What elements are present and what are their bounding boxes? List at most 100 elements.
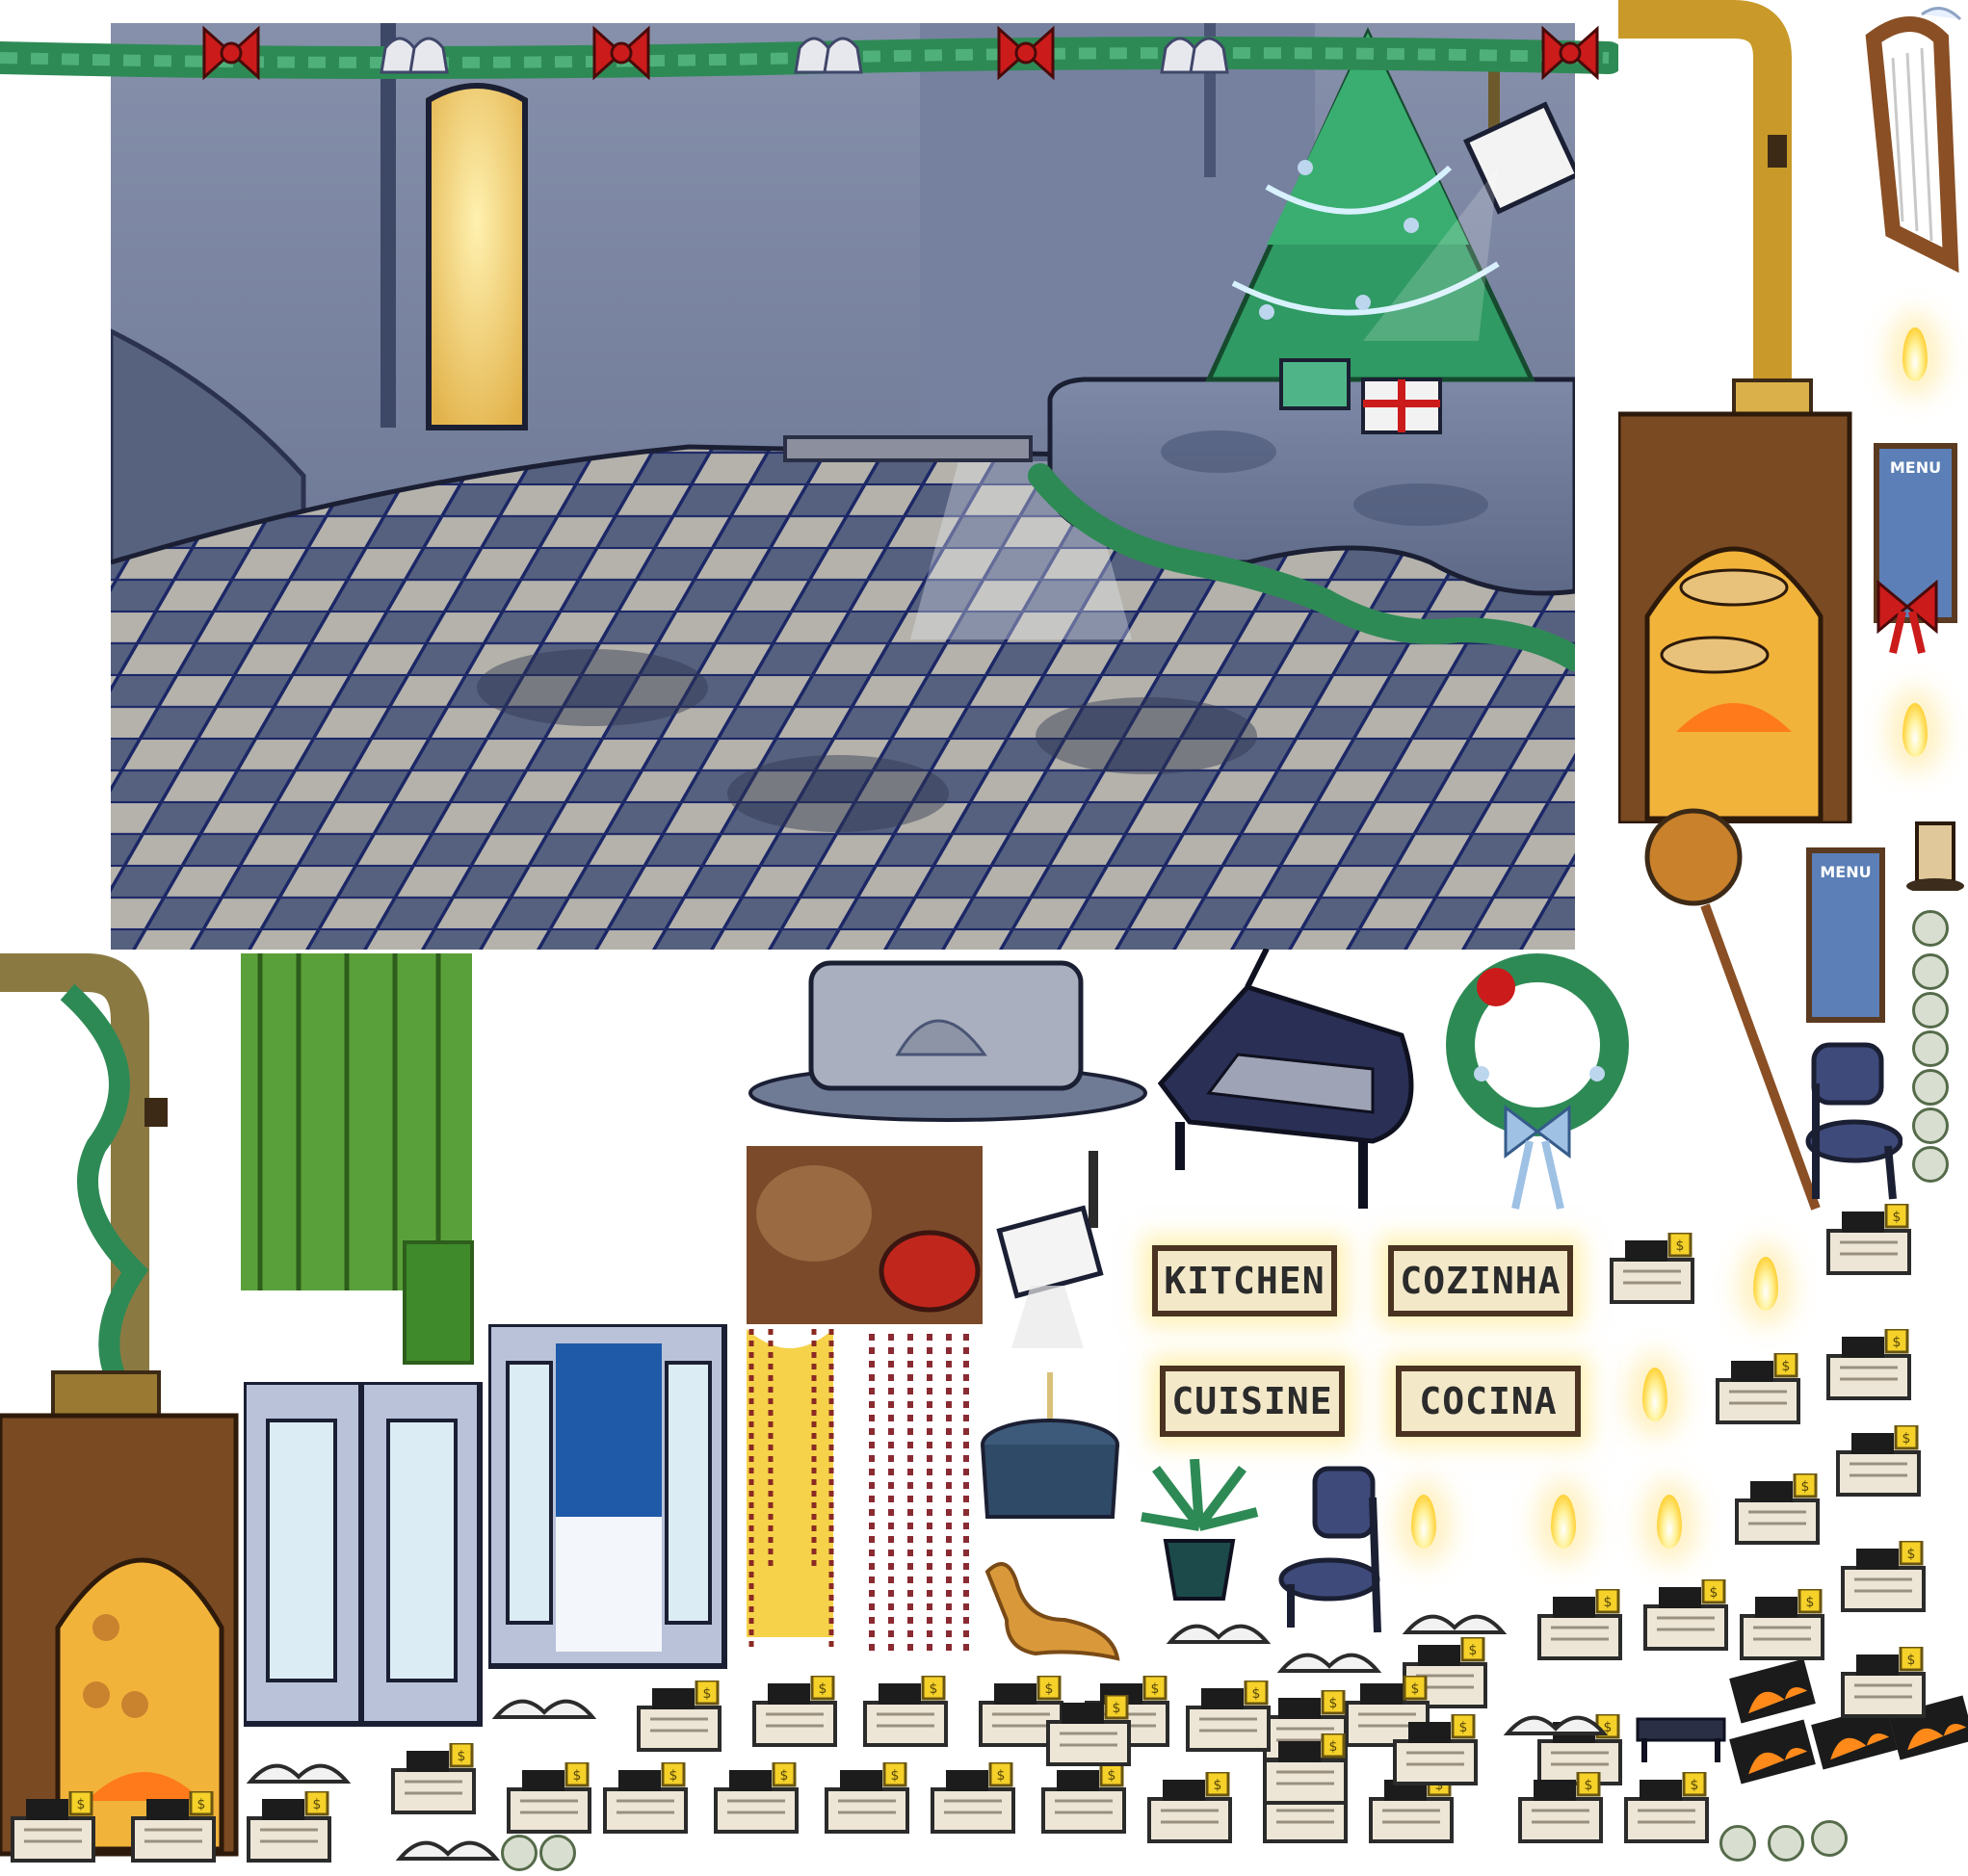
candle-flame-icon — [1657, 1495, 1682, 1549]
gingerbread-oven-sprite — [0, 953, 239, 1857]
plate-icon — [1912, 1069, 1949, 1106]
dollar-tag-icon: $ — [1691, 1778, 1699, 1793]
dollar-tag-icon: $ — [1585, 1778, 1593, 1793]
dollar-tag-icon: $ — [573, 1768, 582, 1784]
sign-cozinha: COZINHA — [1388, 1245, 1573, 1316]
sign-kitchen: KITCHEN — [1152, 1245, 1337, 1316]
plate-icon — [539, 1835, 576, 1871]
candle-flame-icon — [1411, 1495, 1436, 1549]
double-door-sprite — [244, 1382, 483, 1727]
book-icon — [1276, 1653, 1382, 1673]
potted-plant-sprite — [1141, 1459, 1259, 1601]
candle-flame-icon — [1902, 703, 1928, 757]
dollar-tag-icon: $ — [1604, 1595, 1613, 1610]
dollar-tag-icon: $ — [1902, 1431, 1911, 1446]
cash-register-sprite: $ — [1263, 1733, 1348, 1805]
costume-sprite — [747, 1146, 983, 1324]
bead-curtain-gold — [747, 1329, 834, 1647]
dollar-tag-icon: $ — [930, 1681, 938, 1697]
cash-register-sprite: $ — [637, 1681, 722, 1752]
cash-register-sprite: $ — [1537, 1589, 1622, 1660]
cookie-dinosaur-sprite — [984, 1562, 1120, 1661]
dollar-tag-icon: $ — [1893, 1210, 1902, 1225]
dollar-tag-icon: $ — [1907, 1653, 1916, 1668]
cash-register-sprite: $ — [131, 1791, 216, 1863]
cash-register-sprite: $ — [1147, 1772, 1232, 1843]
plate-icon — [1912, 1030, 1949, 1067]
harp-sprite — [1865, 7, 1962, 274]
dollar-tag-icon: $ — [1806, 1595, 1815, 1610]
plate-icon — [1719, 1825, 1756, 1862]
cash-register-sprite: $ — [1716, 1353, 1800, 1424]
cash-register-sprite: $ — [714, 1762, 799, 1834]
grand-piano-sprite — [1157, 949, 1414, 1209]
chair-sprite — [1805, 1042, 1902, 1200]
cash-register-sprite: $ — [1041, 1762, 1126, 1834]
pizza-oven-sprite — [1618, 0, 1852, 823]
plate-icon — [1912, 1146, 1949, 1183]
dollar-tag-icon: $ — [1113, 1701, 1121, 1716]
cash-register-sprite: $ — [391, 1743, 476, 1814]
dollar-tag-icon: $ — [1329, 1696, 1338, 1711]
plate-icon — [1912, 910, 1949, 947]
cash-register-sprite: $ — [825, 1762, 909, 1834]
garland — [0, 25, 1618, 81]
dollar-tag-icon: $ — [780, 1768, 789, 1784]
cash-register-sprite: $ — [1740, 1589, 1824, 1660]
candle-flame-icon — [1902, 327, 1928, 381]
cash-register-sprite: $ — [752, 1676, 837, 1747]
candle-flame-icon — [1642, 1368, 1667, 1421]
chair-sprite — [1278, 1466, 1381, 1633]
cash-register-sprite: $ — [1046, 1695, 1131, 1766]
cash-register-sprite: $ — [1610, 1233, 1694, 1304]
dollar-tag-icon: $ — [1329, 1739, 1338, 1755]
cash-register-sprite: $ — [1826, 1329, 1911, 1400]
dollar-tag-icon: $ — [1151, 1681, 1160, 1697]
plate-icon — [501, 1835, 538, 1871]
cash-register-sprite: $ — [11, 1791, 95, 1863]
dollar-tag-icon: $ — [1214, 1778, 1222, 1793]
book-icon — [246, 1763, 352, 1784]
cash-register-sprite: $ — [863, 1676, 948, 1747]
dollar-tag-icon: $ — [1411, 1681, 1420, 1697]
plate-icon — [1912, 992, 1949, 1029]
dollar-tag-icon: $ — [1907, 1547, 1916, 1562]
stage-spotlight-sprite — [996, 1151, 1104, 1348]
room-background — [111, 23, 1575, 950]
dollar-tag-icon: $ — [1108, 1768, 1116, 1784]
menu-board: MENU — [1806, 847, 1885, 1023]
open-door-sprite — [488, 1324, 727, 1669]
dollar-tag-icon: $ — [703, 1686, 712, 1702]
dining-table-sprite — [981, 1372, 1119, 1519]
cash-register-sprite: $ — [1643, 1579, 1728, 1651]
bow-icon — [1876, 579, 1938, 654]
wreath-sprite — [1446, 953, 1629, 1210]
cash-register-sprite: $ — [603, 1762, 688, 1834]
curtain-sprite — [241, 953, 474, 1365]
dollar-tag-icon: $ — [1459, 1720, 1468, 1735]
dollar-tag-icon: $ — [1676, 1238, 1685, 1254]
cash-register-sprite: $ — [1735, 1473, 1820, 1545]
plate-icon — [1912, 953, 1949, 990]
book-icon — [1402, 1614, 1508, 1634]
dollar-tag-icon: $ — [1469, 1643, 1478, 1658]
dollar-tag-icon: $ — [1893, 1335, 1902, 1350]
cash-register-sprite: $ — [1393, 1714, 1478, 1785]
sign-cuisine: CUISINE — [1160, 1366, 1345, 1437]
room-scene — [111, 23, 1575, 950]
dollar-tag-icon: $ — [891, 1768, 900, 1784]
bell-podium-sprite — [748, 960, 1147, 1122]
dollar-tag-icon: $ — [1801, 1479, 1810, 1495]
book-icon — [1503, 1715, 1609, 1735]
sign-cocina: COCINA — [1396, 1366, 1581, 1437]
dollar-tag-icon: $ — [458, 1749, 466, 1764]
dollar-tag-icon: $ — [1710, 1585, 1719, 1601]
cash-register-sprite: $ — [1826, 1204, 1911, 1275]
cash-register-sprite: $ — [931, 1762, 1015, 1834]
bead-curtain-red — [869, 1334, 969, 1652]
dollar-tag-icon: $ — [669, 1768, 678, 1784]
cash-register-sprite: $ — [1518, 1772, 1603, 1843]
plate-icon — [1768, 1825, 1804, 1862]
dollar-tag-icon: $ — [997, 1768, 1006, 1784]
dollar-tag-icon: $ — [1252, 1686, 1261, 1702]
